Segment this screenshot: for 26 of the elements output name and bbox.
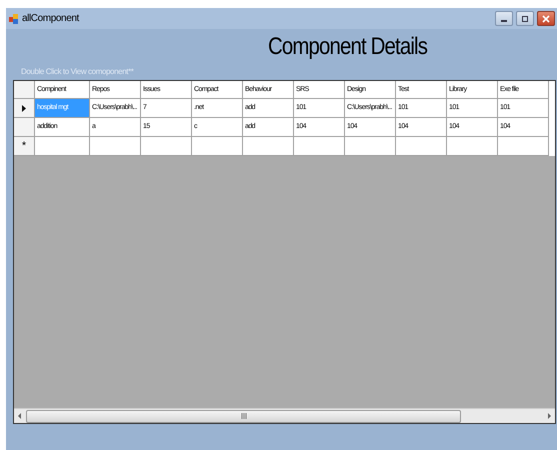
table-cell[interactable]	[345, 137, 396, 156]
minimize-button[interactable]	[495, 11, 513, 26]
table-cell[interactable]	[447, 137, 498, 156]
hint-label: Double Click to View comoponent**	[21, 67, 134, 76]
form-heading: Component Details	[268, 33, 428, 61]
table-cell[interactable]	[243, 137, 294, 156]
table-cell[interactable]	[294, 137, 345, 156]
new-row-marker: *	[22, 140, 26, 152]
scroll-thumb[interactable]	[26, 410, 461, 422]
table-cell[interactable]	[498, 137, 549, 156]
maximize-icon	[521, 14, 529, 22]
window-title: allComponent	[22, 13, 79, 24]
horizontal-scrollbar[interactable]	[14, 408, 555, 423]
maximize-button[interactable]	[516, 11, 534, 26]
row-header[interactable]: *	[14, 137, 35, 156]
close-button[interactable]	[537, 11, 555, 26]
table-cell[interactable]	[35, 137, 90, 156]
scroll-right-icon[interactable]	[547, 413, 551, 419]
table-cell[interactable]	[192, 137, 243, 156]
row-header[interactable]	[14, 99, 35, 118]
scroll-left-icon[interactable]	[18, 413, 22, 419]
app-icon	[9, 14, 19, 24]
close-icon	[542, 14, 550, 22]
table-cell[interactable]	[141, 137, 192, 156]
table-cell[interactable]	[396, 137, 447, 156]
table-cell[interactable]	[90, 137, 141, 156]
